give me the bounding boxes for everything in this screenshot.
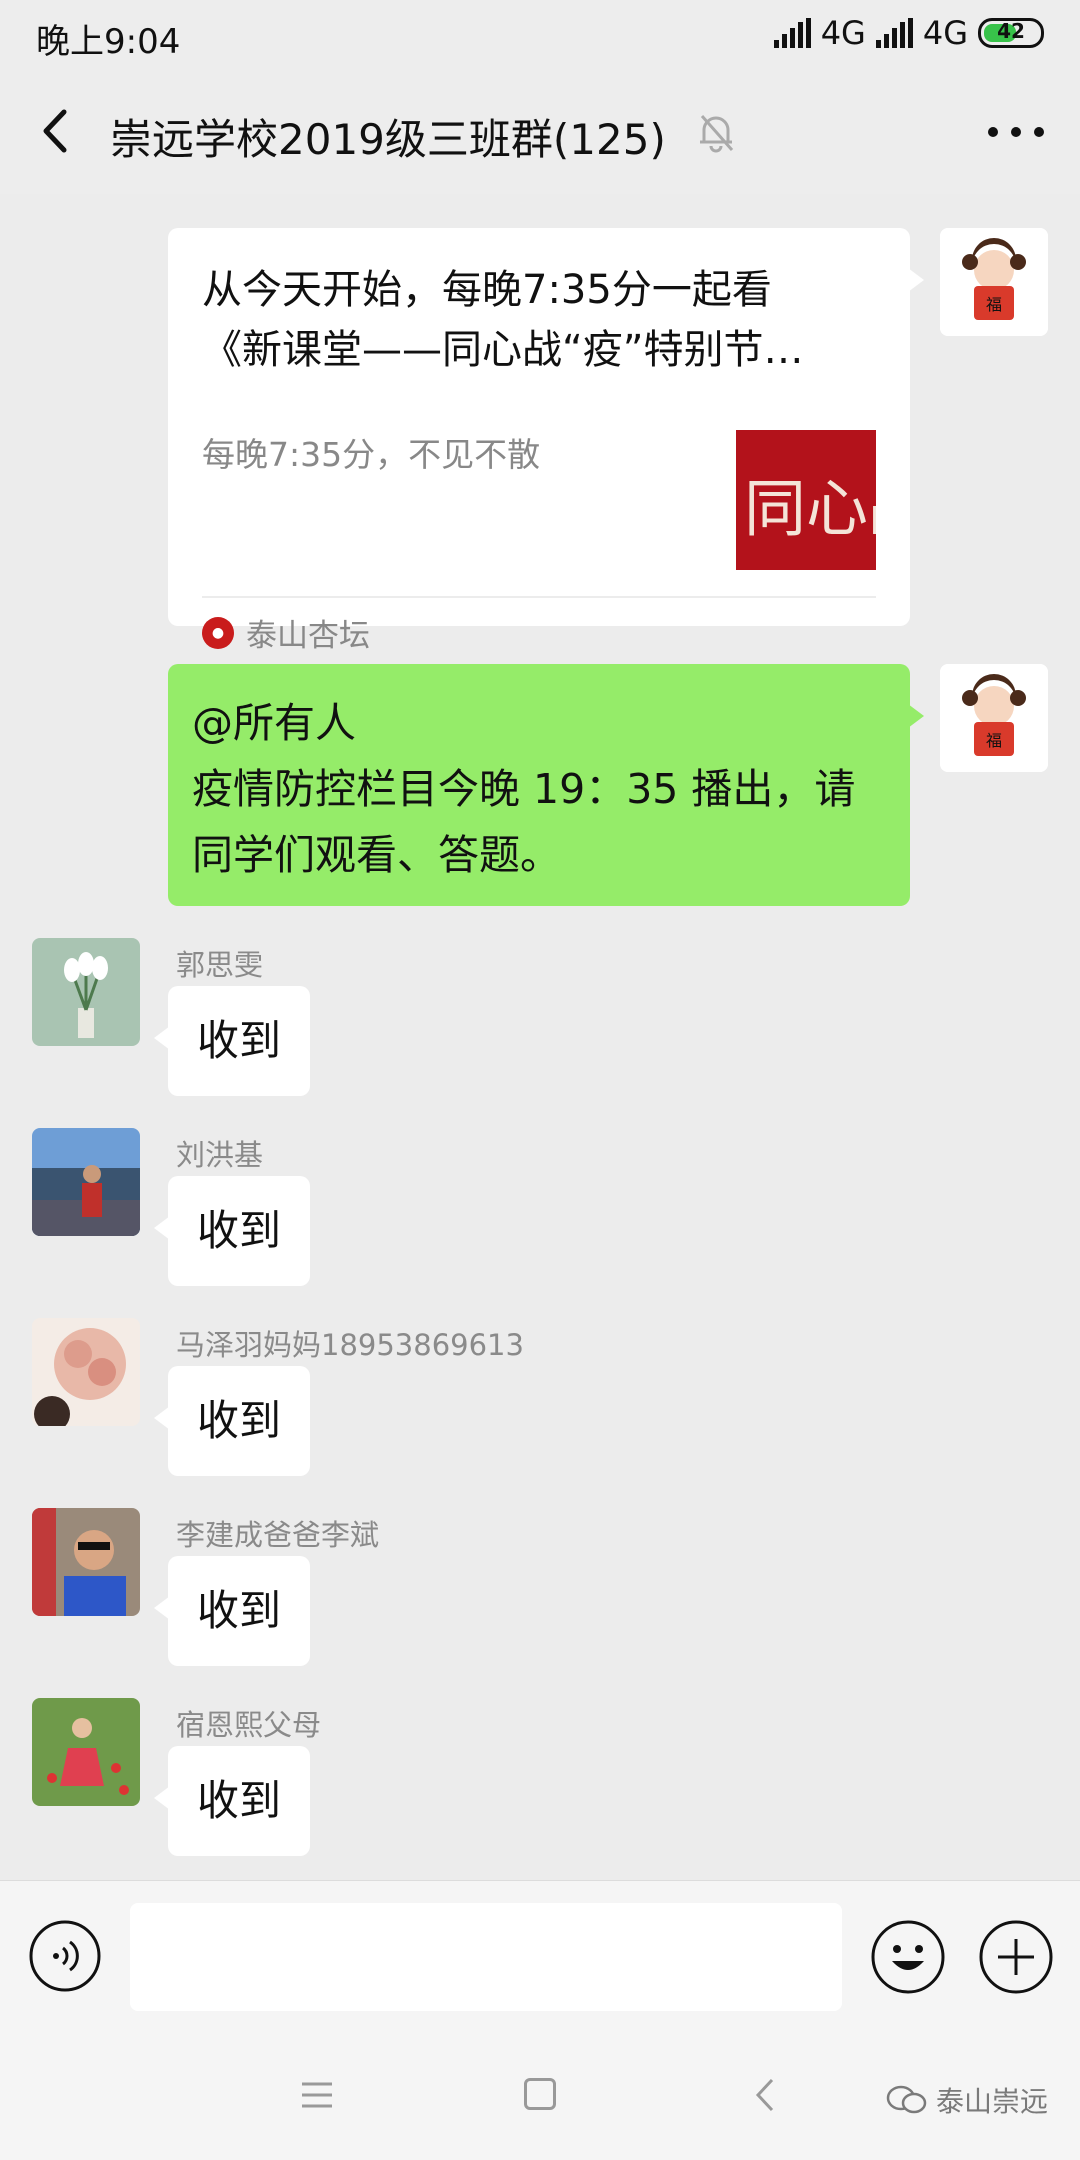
wechat-logo-icon [886, 2085, 927, 2114]
svg-text:福: 福 [986, 731, 1002, 750]
watermark: 泰山崇远 [886, 2080, 1048, 2120]
add-more-icon[interactable] [978, 1919, 1054, 1995]
card-divider [202, 596, 876, 598]
message-input-bar [0, 1880, 1080, 2030]
battery-level: 42 [997, 19, 1025, 43]
chat-area[interactable]: 福 从今天开始，每晚7:35分一起看 《新课堂——同心战“疫”特别节… 每晚7:… [0, 194, 1080, 1880]
reply-bubble[interactable]: 收到 [154, 1746, 310, 1856]
mute-bell-icon [700, 115, 734, 153]
my-avatar[interactable]: 福 [940, 228, 1048, 336]
system-nav-bar: 泰山崇远 [0, 2030, 1080, 2160]
thumbnail-text: 同心战 [744, 472, 876, 545]
notice-line3: 同学们观看、答题。 [192, 831, 561, 879]
more-options-icon[interactable] [988, 110, 1044, 154]
status-icons: 4G 4G 42 [773, 14, 1044, 52]
source-logo-icon: ● [202, 616, 234, 649]
reply-bubble[interactable]: 收到 [154, 1366, 310, 1476]
reply-bubble[interactable]: 收到 [154, 986, 310, 1096]
avatar-guo-siwen[interactable] [32, 938, 140, 1046]
reply-bubble[interactable]: 收到 [154, 1556, 310, 1666]
article-title: 从今天开始，每晚7:35分一起看 《新课堂——同心战“疫”特别节… [202, 260, 882, 380]
avatar-ma-zeyu-mother[interactable] [32, 1318, 140, 1426]
home-icon[interactable] [524, 2078, 556, 2110]
emoji-icon[interactable] [870, 1919, 946, 1995]
menu-icon[interactable] [300, 2080, 334, 2110]
network-type-2: 4G [922, 14, 968, 52]
avatar-li-jiancheng-father[interactable] [32, 1508, 140, 1616]
article-title-line2: 《新课堂——同心战“疫”特别节… [202, 327, 804, 373]
chat-header: 崇远学校2019级三班群(125) [0, 68, 1080, 194]
sender-name: 李建成爸爸李斌 [176, 1518, 380, 1552]
source-name: 泰山杏坛 [246, 618, 370, 654]
battery-icon: 42 [978, 18, 1044, 48]
my-avatar-2[interactable]: 福 [940, 664, 1048, 772]
notice-message-bubble[interactable]: @所有人 疫情防控栏目今晚 19：35 播出，请 同学们观看、答题。 [168, 664, 924, 906]
network-type-1: 4G [820, 14, 866, 52]
avatar-liu-hongji[interactable] [32, 1128, 140, 1236]
svg-text:福: 福 [986, 295, 1002, 314]
article-source: ● 泰山杏坛 [202, 610, 370, 655]
sender-name: 宿恩熙父母 [176, 1708, 322, 1742]
watermark-text: 泰山崇远 [936, 2085, 1049, 2118]
sender-name: 郭思雯 [176, 948, 264, 982]
notice-line1: @所有人 [192, 699, 356, 747]
chat-title: 崇远学校2019级三班群(125) [110, 115, 666, 164]
article-thumbnail: 同心战 [736, 430, 876, 570]
signal-icon-2 [875, 18, 913, 48]
status-bar: 晚上9:04 4G 4G 42 [0, 0, 1080, 68]
notice-line2: 疫情防控栏目今晚 19：35 播出，请 [192, 765, 856, 813]
avatar-su-enxi-parents[interactable] [32, 1698, 140, 1806]
message-text-input[interactable] [130, 1903, 842, 2011]
signal-icon [773, 18, 811, 48]
shared-article-card[interactable]: 从今天开始，每晚7:35分一起看 《新课堂——同心战“疫”特别节… 每晚7:35… [168, 228, 924, 654]
back-arrow-icon[interactable] [36, 106, 76, 156]
sender-name: 刘洪基 [176, 1138, 264, 1172]
sender-name: 马泽羽妈妈18953869613 [176, 1328, 524, 1362]
voice-input-icon[interactable] [28, 1919, 102, 1993]
status-time: 晚上9:04 [36, 22, 181, 62]
article-title-line1: 从今天开始，每晚7:35分一起看 [202, 267, 772, 313]
reply-bubble[interactable]: 收到 [154, 1176, 310, 1286]
article-description: 每晚7:35分，不见不散 [202, 435, 541, 474]
nav-back-icon[interactable] [752, 2076, 778, 2114]
